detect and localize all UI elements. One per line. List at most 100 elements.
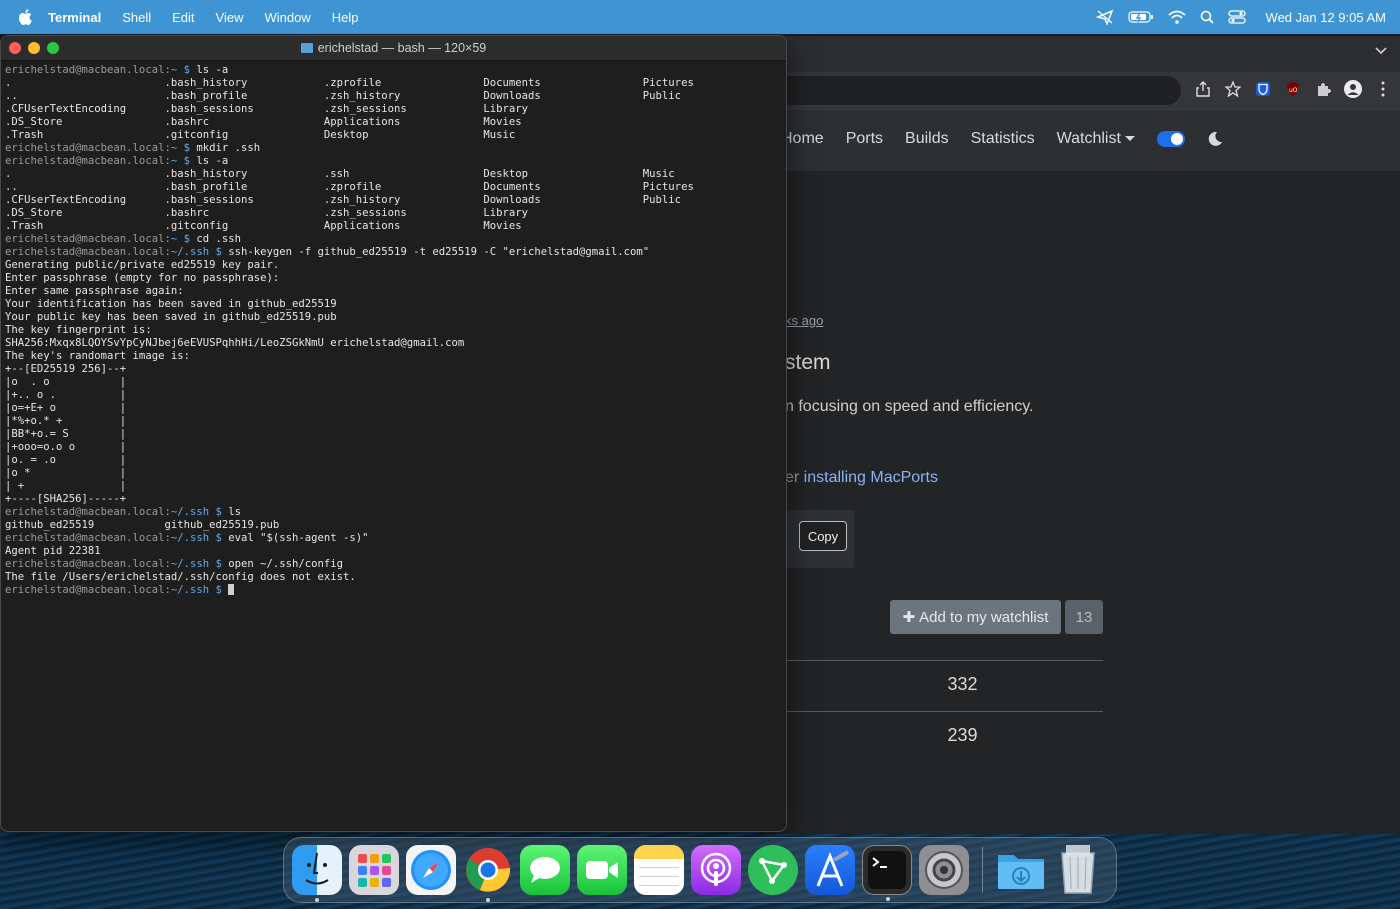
- ublock-icon[interactable]: uO: [1284, 80, 1302, 98]
- menu-view[interactable]: View: [216, 10, 244, 25]
- share-icon[interactable]: [1194, 80, 1212, 98]
- divider: [785, 711, 1103, 712]
- browser-toolbar: uO: [761, 72, 1400, 109]
- plus-icon: ✚: [902, 609, 916, 626]
- facetime-icon[interactable]: [577, 845, 627, 895]
- command-text: mkdir .ssh: [196, 142, 261, 154]
- terminal-output-line: .DS_Store .bashrc Applications Movies: [5, 116, 522, 128]
- terminal-output[interactable]: erichelstad@macbean.local:~ $ ls -a. .ba…: [1, 61, 786, 597]
- terminal-output-line: +--[ED25519 256]--+: [5, 363, 127, 375]
- terminal-output-line: Agent pid 22381: [5, 545, 101, 557]
- moon-icon[interactable]: [1207, 131, 1223, 147]
- port-description: n focusing on speed and efficiency.: [785, 398, 1034, 415]
- terminal-window[interactable]: erichelstad — bash — 120×59 erichelstad@…: [0, 35, 787, 832]
- finder-icon[interactable]: [292, 845, 342, 902]
- terminal-cursor[interactable]: [228, 584, 235, 595]
- folder-icon: [300, 43, 313, 53]
- prompt-path: ~ $: [170, 142, 197, 154]
- terminal-command-line: erichelstad@macbean.local:~ $ ls -a: [5, 64, 786, 77]
- prompt-path: ~ $: [170, 233, 197, 245]
- terminal-output-line: |o. = .o |: [5, 454, 127, 466]
- chevron-down-icon[interactable]: [1374, 46, 1388, 56]
- prompt-path: ~/.ssh $: [170, 246, 229, 258]
- terminal-output-line: .Trash .gitconfig Applications Movies: [5, 220, 522, 232]
- nav-watchlist[interactable]: Watchlist: [1057, 130, 1135, 148]
- vector-app-icon[interactable]: [748, 845, 798, 895]
- running-indicator: [486, 898, 490, 902]
- prompt-host: erichelstad@macbean.local:: [5, 64, 171, 76]
- prompt-path: ~/.ssh $: [170, 558, 229, 570]
- browser-tabstrip: [761, 36, 1400, 72]
- terminal-output-line: The key's randomart image is:: [5, 350, 190, 362]
- menu-edit[interactable]: Edit: [172, 10, 194, 25]
- browser-window: uO Home Ports Builds Statistics Watchlis…: [760, 36, 1400, 834]
- theme-toggle[interactable]: [1156, 131, 1185, 147]
- terminal-output-line: .. .bash_profile .zprofile Documents Pic…: [5, 181, 694, 193]
- terminal-output-line: github_ed25519 github_ed25519.pub: [5, 519, 280, 531]
- terminal-output-line: |o * |: [5, 467, 127, 479]
- menu-app-name[interactable]: Terminal: [48, 10, 101, 25]
- command-text: eval "$(ssh-agent -s)": [228, 532, 369, 544]
- terminal-command-line: erichelstad@macbean.local:~/.ssh $ ssh-k…: [5, 246, 786, 259]
- browser-menu-icon[interactable]: [1374, 80, 1392, 98]
- terminal-output-line: Enter passphrase (empty for no passphras…: [5, 272, 280, 284]
- nav-home[interactable]: Home: [781, 130, 824, 148]
- downloads-folder-icon[interactable]: [996, 845, 1046, 895]
- podcasts-icon[interactable]: [691, 845, 741, 895]
- prompt-host: erichelstad@macbean.local:: [5, 142, 171, 154]
- terminal-output-line: |o . o |: [5, 376, 127, 388]
- bookmark-star-icon[interactable]: [1224, 80, 1242, 98]
- nav-builds[interactable]: Builds: [905, 130, 949, 148]
- trash-icon[interactable]: [1053, 845, 1103, 895]
- terminal-output-line: .. .bash_profile .zsh_history Downloads …: [5, 90, 682, 102]
- command-text: ls -a: [196, 155, 229, 167]
- search-icon[interactable]: [1200, 10, 1214, 24]
- extensions-puzzle-icon[interactable]: [1314, 80, 1332, 98]
- menu-help[interactable]: Help: [332, 10, 359, 25]
- nav-ports[interactable]: Ports: [846, 130, 883, 148]
- install-instructions: er installing MacPorts: [785, 469, 938, 487]
- chrome-icon[interactable]: [463, 845, 513, 902]
- terminal-output-line: |o=+E+ o |: [5, 402, 127, 414]
- menu-shell[interactable]: Shell: [122, 10, 151, 25]
- running-indicator: [886, 897, 890, 901]
- install-prefix: er: [785, 469, 804, 486]
- command-text: ls: [228, 506, 241, 518]
- add-to-watchlist-button[interactable]: ✚ Add to my watchlist: [890, 600, 1061, 634]
- dock-separator: [982, 847, 983, 893]
- updated-link[interactable]: ks ago: [785, 313, 823, 328]
- installing-macports-link[interactable]: installing MacPorts: [804, 469, 938, 486]
- terminal-command-line: erichelstad@macbean.local:~ $ ls -a: [5, 155, 786, 168]
- terminal-command-line: erichelstad@macbean.local:~ $ mkdir .ssh: [5, 142, 786, 155]
- notes-icon[interactable]: [634, 845, 684, 895]
- system-preferences-icon[interactable]: [919, 845, 969, 895]
- bitwarden-icon[interactable]: [1254, 80, 1272, 98]
- terminal-output-line: SHA256:Mxqx8LQOYSvYpCyNJbej6eEVUSPqhhHi/…: [5, 337, 465, 349]
- terminal-icon[interactable]: [862, 845, 912, 901]
- prompt-host: erichelstad@macbean.local:: [5, 246, 171, 258]
- profile-avatar-icon[interactable]: [1344, 80, 1362, 98]
- stat-value-1: 332: [947, 674, 978, 694]
- copy-button[interactable]: Copy: [799, 521, 847, 551]
- safari-icon[interactable]: [406, 845, 456, 895]
- launchpad-icon[interactable]: [349, 845, 399, 895]
- command-text: ls -a: [196, 64, 229, 76]
- menu-clock[interactable]: Wed Jan 12 9:05 AM: [1266, 10, 1386, 25]
- xcode-icon[interactable]: [805, 845, 855, 895]
- caret-down-icon: [1124, 136, 1135, 142]
- wifi-icon[interactable]: [1167, 10, 1186, 24]
- terminal-titlebar[interactable]: erichelstad — bash — 120×59: [1, 36, 786, 61]
- control-center-icon[interactable]: [1227, 10, 1246, 24]
- menu-window[interactable]: Window: [265, 10, 311, 25]
- battery-icon[interactable]: [1127, 10, 1154, 24]
- terminal-output-line: . .bash_history .zprofile Documents Pict…: [5, 77, 694, 89]
- apple-menu-icon[interactable]: [18, 9, 32, 25]
- location-icon[interactable]: [1095, 9, 1114, 25]
- address-bar[interactable]: [761, 76, 1181, 105]
- terminal-title-text: erichelstad — bash — 120×59: [317, 41, 487, 55]
- terminal-command-line: erichelstad@macbean.local:~/.ssh $: [5, 584, 786, 597]
- messages-icon[interactable]: [520, 845, 570, 895]
- nav-statistics[interactable]: Statistics: [971, 130, 1035, 148]
- terminal-output-line: |+.. o . |: [5, 389, 127, 401]
- terminal-output-line: Generating public/private ed25519 key pa…: [5, 259, 280, 271]
